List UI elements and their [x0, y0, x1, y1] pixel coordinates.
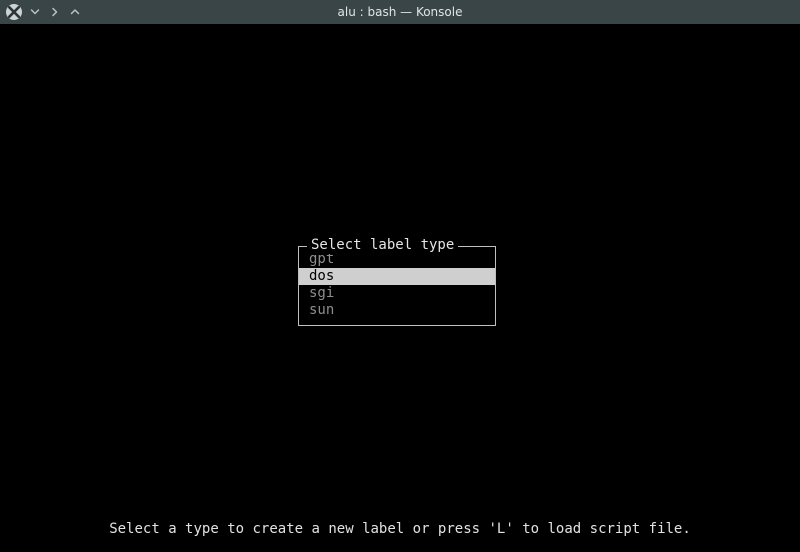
window-titlebar: alu : bash — Konsole	[0, 0, 800, 24]
hint-text: Select a type to create a new label or p…	[0, 521, 800, 538]
window-title: alu : bash — Konsole	[0, 5, 800, 19]
terminal-area[interactable]: Select label type gpt dos sgi sun Select…	[0, 24, 800, 552]
maximize-button[interactable]	[68, 5, 82, 19]
dialog-title: Select label type	[307, 237, 458, 254]
close-button[interactable]	[6, 4, 22, 20]
minimize-button[interactable]	[28, 5, 42, 19]
label-type-dialog: Select label type gpt dos sgi sun	[298, 246, 496, 326]
label-type-option[interactable]: dos	[299, 268, 495, 285]
window-menu-button[interactable]	[48, 5, 62, 19]
chevron-right-icon	[50, 7, 60, 17]
label-type-list: gpt dos sgi sun	[299, 251, 495, 319]
chevron-down-icon	[30, 7, 40, 17]
chevron-up-icon	[70, 7, 80, 17]
label-type-option[interactable]: sun	[299, 302, 495, 319]
window-controls	[0, 4, 82, 20]
close-icon	[6, 4, 22, 20]
label-type-option[interactable]: sgi	[299, 285, 495, 302]
